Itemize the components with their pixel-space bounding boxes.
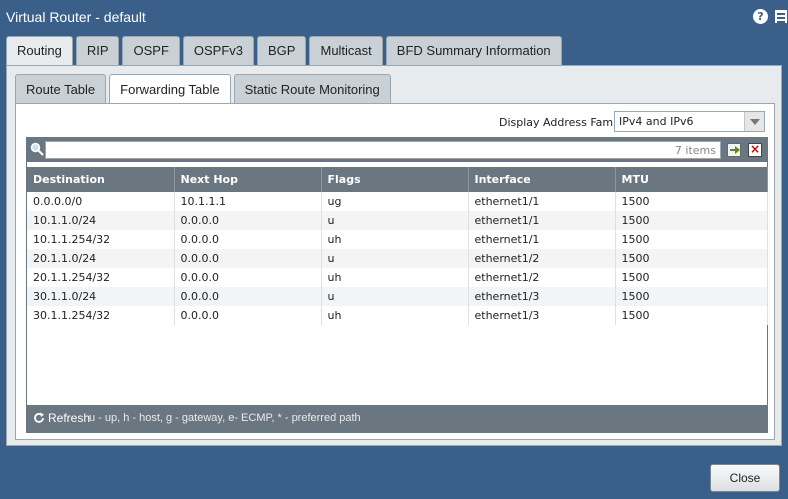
help-icon[interactable]: ?: [753, 9, 768, 24]
tab-bfd-summary[interactable]: BFD Summary Information: [385, 36, 562, 65]
address-family-select[interactable]: IPv4 and IPv6: [614, 111, 765, 132]
apply-filter-button[interactable]: [727, 143, 741, 157]
cell-flags: u: [321, 211, 469, 230]
cell-flags: u: [321, 287, 469, 306]
forwarding-grid: 7 items × Destination Next Hop Flags Int…: [26, 137, 768, 433]
chevron-down-icon[interactable]: [744, 112, 764, 131]
cell-destination: 0.0.0.0/0: [27, 192, 175, 211]
cell-destination: 20.1.1.0/24: [27, 249, 175, 268]
table-row[interactable]: 20.1.1.0/24 0.0.0.0 u ethernet1/2 1500: [27, 249, 768, 268]
routing-subtabs: Route Table Forwarding Table Static Rout…: [15, 74, 394, 104]
table-row[interactable]: 20.1.1.254/32 0.0.0.0 uh ethernet1/2 150…: [27, 268, 768, 287]
cell-next-hop: 0.0.0.0: [174, 306, 322, 325]
cell-next-hop: 10.1.1.1: [174, 192, 322, 211]
cell-interface: ethernet1/1: [468, 192, 616, 211]
cell-destination: 10.1.1.0/24: [27, 211, 175, 230]
forwarding-table-panel: Display Address Family IPv4 and IPv6 7 i…: [15, 103, 775, 440]
column-next-hop[interactable]: Next Hop: [174, 167, 322, 192]
cell-flags: ug: [321, 192, 469, 211]
search-bar: 7 items ×: [27, 138, 767, 162]
cell-mtu: 1500: [615, 306, 768, 325]
tab-route-table[interactable]: Route Table: [15, 74, 107, 103]
table-footer: Refresh u - up, h - host, g - gateway, e…: [27, 405, 767, 432]
dialog-title: Virtual Router - default: [6, 9, 146, 25]
tab-multicast[interactable]: Multicast: [309, 36, 383, 65]
cell-mtu: 1500: [615, 287, 768, 306]
cell-mtu: 1500: [615, 192, 768, 211]
cell-interface: ethernet1/3: [468, 287, 616, 306]
cell-interface: ethernet1/2: [468, 249, 616, 268]
search-input[interactable]: 7 items: [45, 141, 721, 159]
forwarding-table: Destination Next Hop Flags Interface MTU…: [27, 167, 768, 325]
cell-next-hop: 0.0.0.0: [174, 249, 322, 268]
routing-panel: Route Table Forwarding Table Static Rout…: [6, 65, 782, 446]
tab-ospf[interactable]: OSPF: [122, 36, 180, 65]
close-button[interactable]: Close: [710, 464, 780, 492]
cell-next-hop: 0.0.0.0: [174, 268, 322, 287]
items-count: 7 items: [674, 144, 716, 157]
cell-next-hop: 0.0.0.0: [174, 211, 322, 230]
cell-next-hop: 0.0.0.0: [174, 287, 322, 306]
cell-interface: ethernet1/1: [468, 211, 616, 230]
protocol-tabs: Routing RIP OSPF OSPFv3 BGP Multicast BF…: [6, 36, 565, 67]
column-interface[interactable]: Interface: [468, 167, 616, 192]
refresh-icon[interactable]: [33, 412, 45, 424]
cell-mtu: 1500: [615, 268, 768, 287]
column-mtu[interactable]: MTU: [615, 167, 768, 192]
column-flags[interactable]: Flags: [321, 167, 469, 192]
cell-interface: ethernet1/3: [468, 306, 616, 325]
cell-mtu: 1500: [615, 211, 768, 230]
tab-rip[interactable]: RIP: [75, 36, 120, 65]
cell-flags: uh: [321, 230, 469, 249]
tab-bgp[interactable]: BGP: [257, 36, 307, 65]
address-family-label: Display Address Family: [499, 116, 626, 129]
cell-next-hop: 0.0.0.0: [174, 230, 322, 249]
virtual-router-dialog: Virtual Router - default ? Routing RIP O…: [0, 0, 788, 499]
table-row[interactable]: 10.1.1.254/32 0.0.0.0 uh ethernet1/1 150…: [27, 230, 768, 249]
flags-legend: u - up, h - host, g - gateway, e- ECMP, …: [89, 412, 361, 424]
cell-mtu: 1500: [615, 230, 768, 249]
cell-flags: uh: [321, 268, 469, 287]
tab-routing[interactable]: Routing: [6, 36, 73, 67]
cell-destination: 20.1.1.254/32: [27, 268, 175, 287]
table-row[interactable]: 0.0.0.0/0 10.1.1.1 ug ethernet1/1 1500: [27, 192, 768, 211]
cell-destination: 30.1.1.254/32: [27, 306, 175, 325]
table-row[interactable]: 30.1.1.254/32 0.0.0.0 uh ethernet1/3 150…: [27, 306, 768, 325]
cell-destination: 30.1.1.0/24: [27, 287, 175, 306]
tab-static-route-monitoring[interactable]: Static Route Monitoring: [233, 74, 391, 103]
cell-destination: 10.1.1.254/32: [27, 230, 175, 249]
menu-icon[interactable]: [775, 10, 787, 23]
tab-forwarding-table[interactable]: Forwarding Table: [109, 74, 231, 104]
cell-mtu: 1500: [615, 249, 768, 268]
table-header-row: Destination Next Hop Flags Interface MTU: [27, 167, 768, 192]
refresh-button[interactable]: Refresh: [48, 411, 90, 425]
cell-flags: uh: [321, 306, 469, 325]
table-row[interactable]: 10.1.1.0/24 0.0.0.0 u ethernet1/1 1500: [27, 211, 768, 230]
address-family-value: IPv4 and IPv6: [619, 115, 694, 128]
clear-filter-button[interactable]: ×: [748, 143, 762, 157]
search-icon: [30, 142, 44, 156]
tab-ospfv3[interactable]: OSPFv3: [182, 36, 255, 65]
cell-flags: u: [321, 249, 469, 268]
table-row[interactable]: 30.1.1.0/24 0.0.0.0 u ethernet1/3 1500: [27, 287, 768, 306]
column-destination[interactable]: Destination: [27, 167, 175, 192]
cell-interface: ethernet1/1: [468, 230, 616, 249]
cell-interface: ethernet1/2: [468, 268, 616, 287]
